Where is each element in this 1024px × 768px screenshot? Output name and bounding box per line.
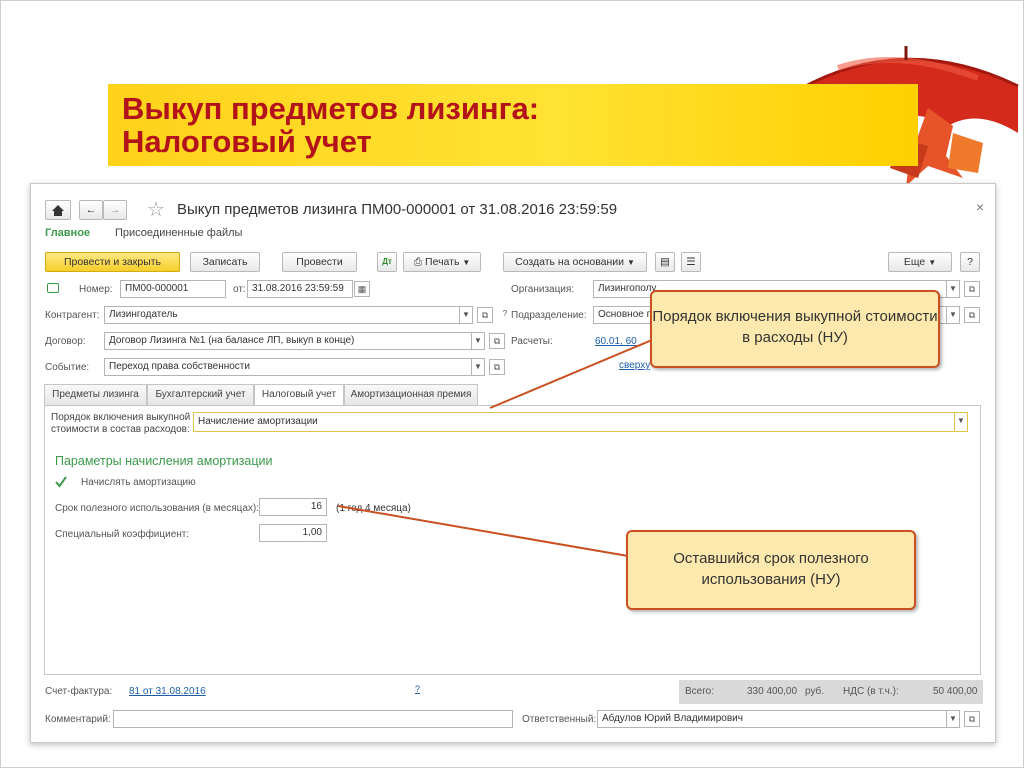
chevron-down-icon: ▼ <box>626 258 635 267</box>
coefficient-label: Специальный коэффициент: <box>55 529 190 540</box>
invoice-label: Счет-фактура: <box>45 686 113 697</box>
order-label: Порядок включения выкупной стоимости в с… <box>51 412 190 436</box>
organization-label: Организация: <box>511 284 575 295</box>
nav-attached-files[interactable]: Присоединенные файлы <box>115 227 242 239</box>
nav-main[interactable]: Главное <box>45 227 90 239</box>
dt-kt-icon[interactable]: Дт <box>377 252 397 272</box>
responsible-field[interactable]: Абдулов Юрий Владимирович <box>597 710 947 728</box>
section-title: Параметры начисления амортизации <box>55 454 273 468</box>
save-button[interactable]: Записать <box>190 252 260 272</box>
number-label: Номер: <box>79 284 113 295</box>
open-responsible-icon[interactable]: ⧉ <box>964 711 980 727</box>
open-organization-icon[interactable]: ⧉ <box>964 281 980 297</box>
contract-label: Договор: <box>45 336 86 347</box>
settlements-link[interactable]: 60.01, 60 <box>595 336 637 347</box>
close-icon[interactable]: × <box>976 199 984 215</box>
callout-order: Порядок включения выкупной стоимости в р… <box>650 290 940 368</box>
open-department-icon[interactable]: ⧉ <box>964 307 980 323</box>
calendar-icon[interactable]: ▦ <box>354 281 370 297</box>
create-based-on-button[interactable]: Создать на основании ▼ <box>503 252 647 272</box>
accrue-checkbox[interactable] <box>55 475 67 488</box>
document-title: Выкуп предметов лизинга ПМ00-000001 от 3… <box>177 201 618 218</box>
number-field[interactable]: ПМ00-000001 <box>120 280 226 298</box>
comment-field[interactable] <box>113 710 513 728</box>
chevron-down-icon: ▼ <box>928 258 937 267</box>
arrow-right-icon: → <box>109 204 121 216</box>
callout-remaining-term: Оставшийся срок полезного использования … <box>626 530 916 610</box>
post-and-close-button[interactable]: Провести и закрыть <box>45 252 180 272</box>
settlements-label: Расчеты: <box>511 336 553 347</box>
arrow-left-icon: ← <box>85 204 97 216</box>
order-label-line-1: Порядок включения выкупной <box>51 412 191 423</box>
open-contract-icon[interactable]: ⧉ <box>489 333 505 349</box>
list-icon[interactable]: ☰ <box>681 252 701 272</box>
open-contractor-icon[interactable]: ⧉ <box>477 307 493 323</box>
department-dropdown[interactable]: ▼ <box>946 306 960 324</box>
event-field[interactable]: Переход права собственности <box>104 358 472 376</box>
settlements-extra-link[interactable]: сверху <box>619 360 650 371</box>
contract-field[interactable]: Договор Лизинга №1 (на балансе ЛП, выкуп… <box>104 332 472 350</box>
forward-button[interactable]: → <box>103 200 127 220</box>
tab-leasing-items[interactable]: Предметы лизинга <box>44 384 147 405</box>
favorite-star-icon[interactable]: ☆ <box>147 197 165 222</box>
print-button-label: Печать <box>425 256 460 268</box>
document-window: ← → ☆ Выкуп предметов лизинга ПМ00-00000… <box>30 183 996 743</box>
contractor-field[interactable]: Лизингодатель <box>104 306 460 324</box>
currency-label: руб. <box>805 686 825 697</box>
totals-bar: Всего: 330 400,00 руб. НДС (в т.ч.): 50 … <box>679 680 983 704</box>
checkmark-icon <box>55 476 67 488</box>
department-label: Подразделение: <box>511 310 587 321</box>
more-button[interactable]: Еще ▼ <box>888 252 952 272</box>
date-field[interactable]: 31.08.2016 23:59:59 <box>247 280 353 298</box>
printer-icon: ⎙ <box>413 256 423 268</box>
slide-title-banner: Выкуп предметов лизинга: Налоговый учет <box>108 84 918 166</box>
vat-value: 50 400,00 <box>933 686 978 697</box>
more-button-label: Еще <box>903 256 926 268</box>
accrue-label: Начислять амортизацию <box>81 477 196 488</box>
order-select[interactable]: Начисление амортизации <box>193 412 955 432</box>
invoice-help-link[interactable]: ? <box>415 684 420 694</box>
open-event-icon[interactable]: ⧉ <box>489 359 505 375</box>
coefficient-field[interactable]: 1,00 <box>259 524 327 542</box>
help-button[interactable]: ? <box>960 252 980 272</box>
contract-dropdown[interactable]: ▼ <box>471 332 485 350</box>
event-label: Событие: <box>45 362 90 373</box>
order-label-line-2: стоимости в состав расходов: <box>51 424 190 435</box>
slide-title: Выкуп предметов лизинга: Налоговый учет <box>122 92 539 158</box>
posted-status-icon <box>47 283 59 293</box>
term-field[interactable]: 16 <box>259 498 327 516</box>
contractor-label: Контрагент: <box>45 310 100 321</box>
slide-title-line-1: Выкуп предметов лизинга: <box>122 91 540 126</box>
home-icon <box>52 205 64 216</box>
vat-label: НДС (в т.ч.): <box>843 686 899 697</box>
tab-accounting[interactable]: Бухгалтерский учет <box>147 384 254 405</box>
responsible-label: Ответственный: <box>522 714 597 725</box>
term-label: Срок полезного использования (в месяцах)… <box>55 503 260 514</box>
print-button[interactable]: ⎙ Печать ▼ <box>403 252 481 272</box>
tab-tax-accounting[interactable]: Налоговый учет <box>254 384 344 406</box>
order-select-dropdown[interactable]: ▼ <box>954 412 968 432</box>
total-value: 330 400,00 <box>747 686 798 697</box>
create-based-on-label: Создать на основании <box>515 256 625 268</box>
post-button[interactable]: Провести <box>282 252 357 272</box>
total-label: Всего: <box>685 686 714 697</box>
back-button[interactable]: ← <box>79 200 103 220</box>
responsible-dropdown[interactable]: ▼ <box>946 710 960 728</box>
tab-depreciation-bonus[interactable]: Амортизационная премия <box>344 384 478 405</box>
event-dropdown[interactable]: ▼ <box>471 358 485 376</box>
organization-dropdown[interactable]: ▼ <box>946 280 960 298</box>
home-button[interactable] <box>45 200 71 220</box>
date-label: от: <box>233 284 246 295</box>
term-note: (1 год 4 месяца) <box>336 503 411 514</box>
slide-title-line-2: Налоговый учет <box>122 124 372 159</box>
comment-label: Комментарий: <box>45 714 111 725</box>
invoice-link[interactable]: 81 от 31.08.2016 <box>129 686 206 697</box>
chevron-down-icon: ▼ <box>462 258 471 267</box>
document-icon[interactable]: ▤ <box>655 252 675 272</box>
contractor-dropdown[interactable]: ▼ <box>459 306 473 324</box>
